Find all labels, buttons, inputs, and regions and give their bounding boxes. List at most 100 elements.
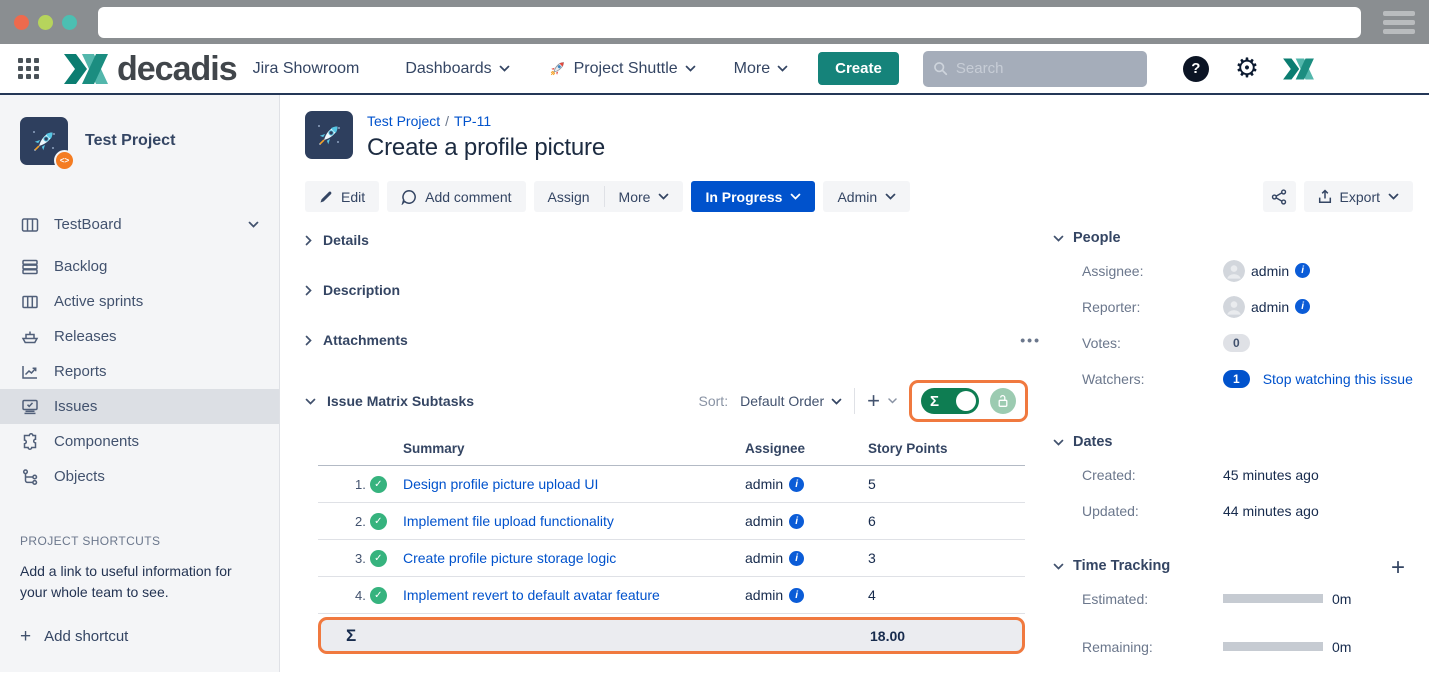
sidebar-item-backlog[interactable]: Backlog bbox=[0, 249, 279, 284]
sidebar-item-testboard[interactable]: TestBoard bbox=[0, 207, 279, 242]
votes-badge[interactable]: 0 bbox=[1223, 334, 1250, 352]
sum-toggle-on[interactable]: Σ bbox=[921, 388, 979, 414]
subtask-link[interactable]: Implement file upload functionality bbox=[403, 513, 614, 529]
chevron-down-icon bbox=[1388, 193, 1399, 200]
info-icon[interactable]: i bbox=[1295, 263, 1310, 278]
window-minimize-icon[interactable] bbox=[38, 15, 53, 30]
nav-dashboards[interactable]: Dashboards bbox=[405, 60, 509, 78]
updated-value: 44 minutes ago bbox=[1223, 503, 1319, 519]
sidebar-item-active-sprints[interactable]: Active sprints bbox=[0, 284, 279, 319]
window-maximize-icon[interactable] bbox=[62, 15, 77, 30]
export-dropdown-button[interactable]: Export bbox=[1304, 181, 1413, 212]
chevron-down-icon[interactable] bbox=[248, 221, 259, 228]
window-close-icon[interactable] bbox=[14, 15, 29, 30]
add-comment-button[interactable]: Add comment bbox=[387, 181, 525, 212]
subtask-link[interactable]: Implement revert to default avatar featu… bbox=[403, 587, 660, 603]
attachments-more-actions-icon[interactable]: ••• bbox=[1020, 332, 1041, 348]
time-tracking-header[interactable]: Time Tracking + bbox=[1053, 558, 1413, 574]
chevron-down-icon[interactable] bbox=[1053, 235, 1064, 242]
controls-divider bbox=[854, 388, 855, 414]
admin-dropdown-button[interactable]: Admin bbox=[823, 181, 910, 212]
sidebar-item-releases[interactable]: Releases bbox=[0, 319, 279, 354]
status-done-icon: ✓ bbox=[370, 587, 387, 604]
project-sidebar: <> Test Project TestBoard Backlog Active… bbox=[0, 95, 280, 672]
question-mark-icon: ? bbox=[1191, 60, 1200, 77]
sidebar-item-objects[interactable]: Objects bbox=[0, 459, 279, 494]
time-tracking-group: Time Tracking + Estimated: 0m Remaining:… bbox=[1053, 558, 1413, 674]
more-button[interactable]: More bbox=[605, 181, 684, 212]
issue-matrix-title[interactable]: Issue Matrix Subtasks bbox=[327, 393, 474, 409]
chevron-down-icon bbox=[777, 65, 788, 72]
search-input[interactable] bbox=[956, 60, 1137, 77]
log-work-plus-icon[interactable]: + bbox=[1391, 554, 1405, 582]
app-switcher-icon[interactable] bbox=[18, 58, 39, 79]
remaining-value: 0m bbox=[1332, 639, 1351, 655]
sum-row-highlight: Σ 18.00 bbox=[318, 617, 1025, 654]
chevron-right-icon[interactable] bbox=[305, 335, 312, 346]
row-number: 4. bbox=[355, 588, 366, 603]
project-header[interactable]: <> Test Project bbox=[0, 117, 279, 165]
info-icon[interactable]: i bbox=[1295, 299, 1310, 314]
search-box[interactable] bbox=[923, 51, 1147, 87]
decadis-logo[interactable]: decadis bbox=[63, 49, 237, 89]
user-avatar[interactable] bbox=[1283, 55, 1314, 83]
create-button[interactable]: Create bbox=[818, 52, 899, 85]
breadcrumb-issue-key-link[interactable]: TP-11 bbox=[454, 113, 491, 129]
subtask-row: 1.✓ Design profile picture upload UI adm… bbox=[318, 466, 1025, 503]
nav-project-shuttle[interactable]: Project Shuttle bbox=[548, 59, 696, 78]
chevron-down-icon[interactable] bbox=[888, 398, 897, 404]
app-header: decadis Jira Showroom Dashboards bbox=[0, 44, 1429, 95]
subtask-row: 3.✓ Create profile picture storage logic… bbox=[318, 540, 1025, 577]
toolbar-right: Export bbox=[1263, 181, 1413, 212]
info-icon[interactable]: i bbox=[789, 514, 804, 529]
url-input[interactable] bbox=[98, 7, 1361, 38]
settings-gear-icon[interactable]: ⚙ bbox=[1235, 55, 1259, 82]
chevron-right-icon[interactable] bbox=[305, 235, 312, 246]
chevron-down-icon[interactable] bbox=[305, 398, 316, 405]
assignee-name: admin bbox=[745, 513, 783, 529]
chevron-right-icon[interactable] bbox=[305, 285, 312, 296]
share-button[interactable] bbox=[1263, 181, 1296, 212]
status-done-icon: ✓ bbox=[370, 550, 387, 567]
info-icon[interactable]: i bbox=[789, 588, 804, 603]
puzzle-icon bbox=[20, 432, 40, 452]
nav-more[interactable]: More bbox=[734, 60, 788, 78]
sidebar-item-issues[interactable]: Issues bbox=[0, 389, 279, 424]
section-description[interactable]: Description bbox=[305, 280, 1053, 300]
issue-title: Create a profile picture bbox=[367, 134, 605, 162]
chart-icon bbox=[20, 362, 40, 382]
assign-button[interactable]: Assign bbox=[534, 181, 604, 212]
subtask-link[interactable]: Create profile picture storage logic bbox=[403, 550, 616, 566]
status-dropdown-button[interactable]: In Progress bbox=[691, 181, 815, 212]
add-shortcut-button[interactable]: + Add shortcut bbox=[20, 627, 259, 646]
sort-dropdown[interactable]: Default Order bbox=[740, 393, 842, 409]
stop-watching-link[interactable]: Stop watching this issue bbox=[1263, 371, 1413, 387]
dates-header[interactable]: Dates bbox=[1053, 434, 1413, 450]
info-icon[interactable]: i bbox=[789, 551, 804, 566]
breadcrumb-separator: / bbox=[440, 113, 454, 129]
sidebar-item-reports[interactable]: Reports bbox=[0, 354, 279, 389]
search-icon bbox=[933, 60, 948, 77]
reporter-name[interactable]: admin bbox=[1251, 299, 1289, 315]
unlock-button[interactable] bbox=[990, 388, 1016, 414]
help-button[interactable]: ? bbox=[1183, 56, 1209, 82]
rocket-icon bbox=[28, 125, 60, 157]
hamburger-menu-icon[interactable] bbox=[1383, 11, 1415, 34]
project-avatar: <> bbox=[20, 117, 68, 165]
info-icon[interactable]: i bbox=[789, 477, 804, 492]
breadcrumb-project-link[interactable]: Test Project bbox=[367, 113, 440, 129]
assignee-name[interactable]: admin bbox=[1251, 263, 1289, 279]
export-icon bbox=[1318, 189, 1332, 204]
people-header[interactable]: People bbox=[1053, 230, 1413, 246]
chevron-down-icon[interactable] bbox=[1053, 439, 1064, 446]
section-attachments[interactable]: Attachments ••• bbox=[305, 330, 1053, 350]
section-details[interactable]: Details bbox=[305, 230, 1053, 250]
chevron-down-icon[interactable] bbox=[1053, 563, 1064, 570]
edit-button[interactable]: Edit bbox=[305, 181, 379, 212]
sidebar-item-components[interactable]: Components bbox=[0, 424, 279, 459]
watchers-badge[interactable]: 1 bbox=[1223, 370, 1250, 388]
subtask-link[interactable]: Design profile picture upload UI bbox=[403, 476, 598, 492]
open-padlock-icon bbox=[996, 394, 1010, 408]
add-subtask-button[interactable]: + bbox=[867, 390, 897, 412]
column-summary: Summary bbox=[403, 441, 745, 456]
